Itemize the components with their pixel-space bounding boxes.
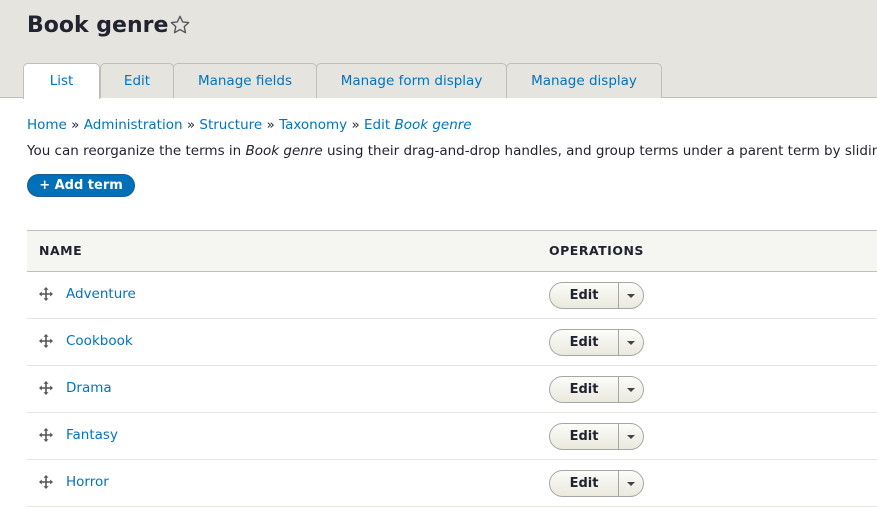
add-term-button[interactable]: + Add term — [27, 174, 135, 197]
tab-list[interactable]: List — [23, 63, 100, 99]
chevron-down-icon — [627, 482, 635, 486]
dropbutton-toggle[interactable] — [618, 330, 643, 355]
chevron-down-icon — [627, 388, 635, 392]
help-text: You can reorganize the terms in Book gen… — [27, 141, 877, 161]
table-row: Horror Edit — [27, 460, 877, 507]
operations-dropbutton: Edit — [549, 282, 644, 309]
drag-handle-icon[interactable] — [38, 333, 54, 349]
table-header: NAME OPERATIONS — [27, 230, 877, 272]
breadcrumb-structure[interactable]: Structure — [199, 117, 262, 133]
tab-manage-display[interactable]: Manage display — [506, 63, 662, 98]
edit-button[interactable]: Edit — [550, 424, 618, 449]
tab-manage-fields[interactable]: Manage fields — [173, 63, 317, 98]
star-outline-icon[interactable] — [169, 14, 191, 36]
breadcrumb-taxonomy[interactable]: Taxonomy — [279, 117, 347, 133]
chevron-down-icon — [627, 341, 635, 345]
drag-handle-icon[interactable] — [38, 380, 54, 396]
table-row: Fantasy Edit — [27, 413, 877, 460]
breadcrumb-edit-vocabulary[interactable]: Edit Book genre — [364, 117, 472, 133]
breadcrumb-home[interactable]: Home — [27, 117, 67, 133]
edit-button[interactable]: Edit — [550, 471, 618, 496]
drag-handle-icon[interactable] — [38, 427, 54, 443]
breadcrumb-separator: » — [71, 117, 80, 133]
chevron-down-icon — [627, 294, 635, 298]
chevron-down-icon — [627, 435, 635, 439]
dropbutton-toggle[interactable] — [618, 471, 643, 496]
breadcrumb: Home » Administration » Structure » Taxo… — [27, 115, 472, 135]
column-header-name: NAME — [39, 243, 83, 258]
column-header-operations: OPERATIONS — [549, 243, 644, 258]
help-text-before: You can reorganize the terms in — [27, 143, 246, 159]
breadcrumb-edit-vocabulary-name: Book genre — [394, 117, 472, 133]
table-row: Adventure Edit — [27, 272, 877, 319]
breadcrumb-separator: » — [266, 117, 275, 133]
table-row: Cookbook Edit — [27, 319, 877, 366]
tab-edit[interactable]: Edit — [100, 63, 174, 98]
breadcrumb-administration[interactable]: Administration — [84, 117, 183, 133]
dropbutton-toggle[interactable] — [618, 283, 643, 308]
dropbutton-toggle[interactable] — [618, 377, 643, 402]
operations-dropbutton: Edit — [549, 376, 644, 403]
page-title: Book genre — [27, 13, 169, 38]
help-text-vocabulary: Book genre — [245, 143, 323, 159]
edit-button[interactable]: Edit — [550, 330, 618, 355]
page-header: Book genre List Edit Manage fields Manag… — [0, 0, 877, 99]
edit-button[interactable]: Edit — [550, 377, 618, 402]
operations-dropbutton: Edit — [549, 329, 644, 356]
operations-dropbutton: Edit — [549, 423, 644, 450]
terms-table: NAME OPERATIONS Adventure Edit Cookbook Edi… — [27, 230, 877, 507]
drag-handle-icon[interactable] — [38, 474, 54, 490]
breadcrumb-edit-prefix: Edit — [364, 117, 395, 133]
operations-dropbutton: Edit — [549, 470, 644, 497]
edit-button[interactable]: Edit — [550, 283, 618, 308]
breadcrumb-separator: » — [186, 117, 196, 133]
term-link[interactable]: Cookbook — [66, 331, 133, 351]
help-text-after: using their drag-and-drop handles, and g… — [322, 143, 877, 159]
drag-handle-icon[interactable] — [38, 286, 54, 302]
term-link[interactable]: Drama — [66, 378, 112, 398]
dropbutton-toggle[interactable] — [618, 424, 643, 449]
table-row: Drama Edit — [27, 366, 877, 413]
term-link[interactable]: Fantasy — [66, 425, 118, 445]
term-link[interactable]: Adventure — [66, 284, 136, 304]
term-link[interactable]: Horror — [66, 472, 109, 492]
tab-manage-form-display[interactable]: Manage form display — [316, 63, 507, 98]
breadcrumb-separator: » — [351, 117, 360, 133]
